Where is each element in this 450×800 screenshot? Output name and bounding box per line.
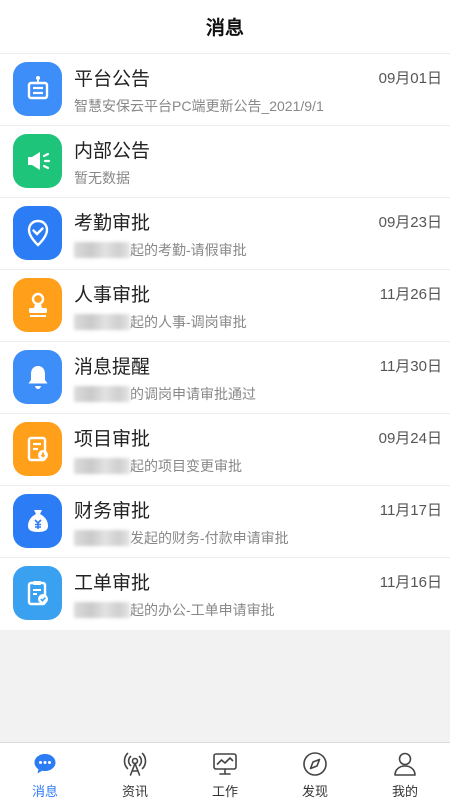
stamp-icon (13, 278, 62, 332)
tab-messages[interactable]: 消息 (0, 743, 90, 800)
message-item-platform-notice[interactable]: 平台公告 智慧安保云平台PC端更新公告_2021/9/1 09月01日 (0, 54, 450, 126)
user-icon (394, 752, 416, 776)
message-title: 内部公告 (74, 141, 151, 162)
message-item-work-order-approval[interactable]: 工单审批 起的办公-工单申请审批 11月16日 (0, 558, 450, 630)
message-item-finance-approval[interactable]: 财务审批 发起的财务-付款申请审批 11月17日 (0, 486, 450, 558)
tab-label: 我的 (391, 784, 418, 799)
notice-board-icon (13, 62, 62, 116)
message-item-reminder[interactable]: 消息提醒 的调岗申请审批通过 11月30日 (0, 342, 450, 414)
tab-discover[interactable]: 发现 (270, 743, 360, 800)
chat-bubble-icon (34, 754, 56, 774)
message-item-attendance-approval[interactable]: 考勤审批 起的考勤-请假审批 09月23日 (0, 198, 450, 270)
tab-label: 消息 (31, 784, 58, 799)
message-title: 平台公告 (74, 69, 151, 90)
message-item-project-approval[interactable]: 项目审批 起的项目变更审批 09月24日 (0, 414, 450, 486)
document-icon (13, 422, 62, 476)
message-date: 09月24日 (378, 430, 442, 447)
tab-mine[interactable]: 我的 (360, 743, 450, 800)
monitor-chart-icon (213, 753, 237, 775)
page-title: 消息 (205, 18, 244, 39)
message-title: 考勤审批 (74, 213, 151, 234)
message-title: 项目审批 (74, 429, 151, 450)
megaphone-icon (13, 134, 62, 188)
redacted-name (74, 458, 130, 474)
message-title: 工单审批 (74, 573, 151, 594)
message-preview: 的调岗申请审批通过 (74, 384, 256, 404)
redacted-name (74, 386, 130, 402)
message-title: 消息提醒 (74, 357, 151, 378)
message-title: 财务审批 (74, 501, 151, 522)
message-preview: 发起的财务-付款申请审批 (74, 528, 289, 548)
compass-icon (303, 752, 327, 776)
message-preview: 暂无数据 (74, 170, 130, 186)
message-preview: 起的考勤-请假审批 (74, 240, 247, 260)
message-date: 09月01日 (378, 70, 442, 87)
tab-work[interactable]: 工作 (180, 743, 270, 800)
money-bag-icon (13, 494, 62, 548)
message-date: 09月23日 (378, 214, 442, 231)
redacted-name (74, 530, 130, 546)
message-item-personnel-approval[interactable]: 人事审批 起的人事-调岗审批 11月26日 (0, 270, 450, 342)
tab-news[interactable]: 资讯 (90, 743, 180, 800)
message-list: 平台公告 智慧安保云平台PC端更新公告_2021/9/1 09月01日 内部公告… (0, 54, 450, 630)
message-preview: 起的办公-工单申请审批 (74, 600, 275, 620)
message-title: 人事审批 (74, 285, 151, 306)
message-preview: 智慧安保云平台PC端更新公告_2021/9/1 (74, 98, 324, 114)
message-date: 11月30日 (379, 358, 442, 375)
clipboard-check-icon (13, 566, 62, 620)
message-item-internal-notice[interactable]: 内部公告 暂无数据 (0, 126, 450, 198)
bell-icon (13, 350, 62, 404)
bottom-tab-bar: 消息 资讯 工作 发现 我的 (0, 742, 450, 800)
tab-label: 资讯 (121, 784, 148, 799)
location-check-icon (13, 206, 62, 260)
message-date: 11月17日 (379, 502, 442, 519)
redacted-name (74, 602, 130, 618)
message-date: 11月16日 (379, 574, 442, 591)
broadcast-icon (123, 752, 147, 776)
tab-label: 发现 (301, 784, 328, 799)
top-bar: 消息 (0, 0, 450, 54)
redacted-name (74, 242, 130, 258)
message-preview: 起的人事-调岗审批 (74, 312, 247, 332)
message-date: 11月26日 (379, 286, 442, 303)
redacted-name (74, 314, 130, 330)
message-preview: 起的项目变更审批 (74, 456, 242, 476)
tab-label: 工作 (211, 784, 238, 799)
